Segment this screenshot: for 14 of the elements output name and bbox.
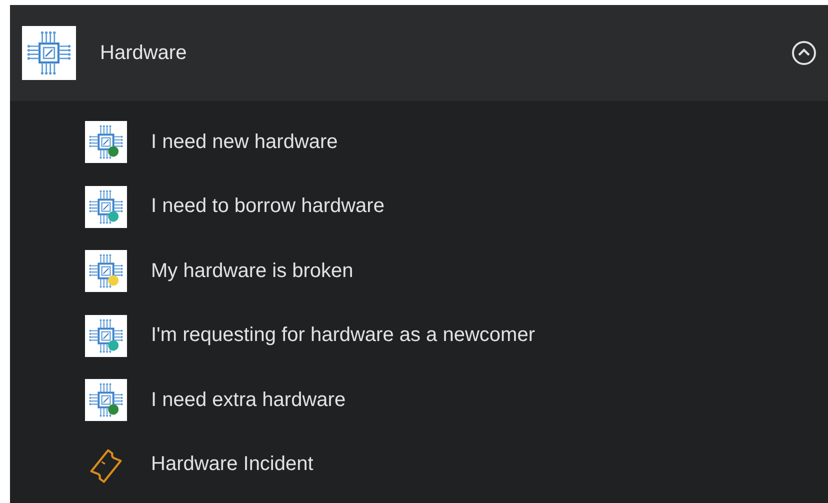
menu-item[interactable]: I'm requesting for hardware as a newcomer [151,324,535,348]
menu-item[interactable]: I need to borrow hardware [151,195,384,218]
chip-icon [85,314,127,357]
category-header[interactable]: Hardware [10,5,828,101]
menu-item[interactable]: My hardware is broken [151,260,354,283]
chip-icon [85,379,127,422]
collapse-icon[interactable] [790,39,818,67]
chip-icon [85,250,127,292]
chip-icon [85,186,127,228]
chip-icon [85,121,127,164]
menu-item[interactable]: Hardware Incident [151,453,314,476]
category-title: Hardware [100,42,188,64]
menu-item[interactable]: I need new hardware [151,130,338,154]
menu-item[interactable]: I need extra hardware [151,388,346,412]
